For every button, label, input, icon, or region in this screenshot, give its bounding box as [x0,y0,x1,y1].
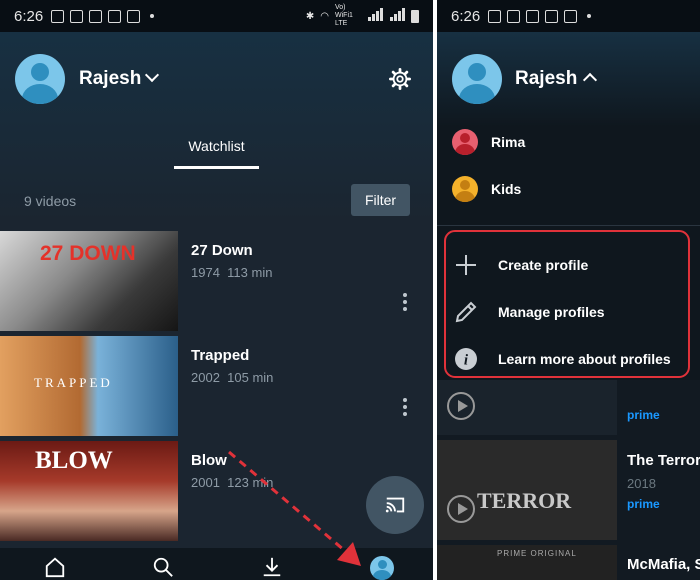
tab-underline [174,166,259,169]
profile-item-label: Rima [491,134,526,150]
manage-profiles-button[interactable]: Manage profiles [454,297,605,327]
cast-icon [385,497,405,513]
profile-item-label: Kids [491,181,522,197]
filter-button[interactable]: Filter [351,184,410,216]
create-profile-button[interactable]: Create profile [454,250,588,280]
bluetooth-icon: ✱ [305,10,315,22]
instagram-icon [545,9,559,23]
annotation-arrow [228,450,361,566]
profile-item-rima[interactable]: Rima [452,124,525,160]
notification-dot-icon [150,14,155,18]
avatar[interactable] [15,54,65,104]
bottom-nav [0,548,433,580]
document-icon [507,9,521,23]
video-count: 9 videos [24,193,77,209]
video-title: 27 Down [191,242,253,259]
poster-title: PRIME ORIGINAL [497,549,577,558]
slack-icon [127,9,141,23]
battery-icon [411,9,419,23]
slack-icon [526,9,540,23]
video-meta: 2002 105 min [191,370,273,385]
slack-icon [89,9,103,23]
play-icon [447,495,475,523]
network-label: Vo) WiFi1 LTE [335,4,353,27]
video-title: Blow [191,452,227,469]
poster-image: TRAPPED [0,336,178,436]
background-poster: PRIME ORIGINAL [437,545,617,580]
cast-button[interactable] [366,476,424,534]
video-year: 2001 [191,475,220,490]
video-year: 2002 [191,370,220,385]
status-time: 6:26 [14,7,44,25]
kids-avatar [452,176,478,202]
video-duration: 105 min [227,370,274,385]
learn-more-profiles-button[interactable]: i Learn more about profiles [454,344,671,374]
slack-icon [564,9,578,23]
profile-name[interactable]: Rajesh [515,68,577,90]
video-title: McMafia, S [627,556,700,573]
status-bar: 6:26 [437,0,700,32]
video-title: The Terror [627,452,700,469]
video-year: 1974 [191,265,220,280]
notification-dot-icon [587,14,592,18]
home-icon[interactable] [44,556,66,578]
poster-image: 27 DOWN [0,231,178,331]
menu-item-label: Learn more about profiles [498,351,671,367]
pencil-icon [455,301,477,323]
avatar [452,129,478,155]
document-icon [70,9,84,23]
poster-image: BLOW [0,441,178,541]
signal-icon [367,8,383,24]
poster-title: TERROR [477,488,572,513]
prime-badge: prime [627,408,660,422]
profile-item-kids[interactable]: Kids [452,171,521,207]
background-poster: TERROR [437,440,617,540]
menu-item-label: Manage profiles [498,304,605,320]
video-title: Trapped [191,347,250,364]
background-poster [437,380,617,435]
video-duration: 113 min [227,265,273,280]
poster-title: BLOW [35,447,113,474]
poster-title: 27 DOWN [40,242,136,265]
list-item[interactable]: 27 DOWN 27 Down 1974 113 min [0,231,433,331]
avatar[interactable] [452,54,502,104]
poster-title: TRAPPED [34,375,113,390]
gear-icon[interactable] [389,68,411,90]
menu-item-label: Create profile [498,257,589,273]
tab-watchlist[interactable]: Watchlist [174,138,259,154]
list-item[interactable]: BLOW Blow 2001 123 min [0,441,433,541]
info-icon: i [455,348,477,370]
list-item[interactable]: TRAPPED Trapped 2002 105 min [0,336,433,436]
search-icon[interactable] [152,556,174,578]
profile-name[interactable]: Rajesh [79,68,141,90]
profile-nav-icon[interactable] [370,556,394,580]
status-time: 6:26 [451,7,481,25]
video-meta: 1974 113 min [191,265,272,280]
divider [437,225,700,226]
profile-menu: Create profile Manage profiles i Learn m… [444,230,690,378]
plus-icon [456,255,476,275]
message-icon [488,9,502,23]
watchlist-screen: 6:26 ✱ ◠ Vo) WiFi1 LTE Rajesh Watchlist [0,0,433,580]
signal-icon [389,8,405,24]
play-icon [447,392,475,420]
message-icon [51,9,65,23]
prime-badge: prime [627,497,660,511]
background-list: prime TERROR The Terror 2018 prime PRIME… [437,380,700,580]
profile-switcher: 6:26 Rajesh Rima Kids prime TERROR The T… [437,0,700,580]
more-options-icon[interactable] [400,398,410,418]
instagram-icon [108,9,122,23]
status-bar: 6:26 ✱ ◠ Vo) WiFi1 LTE [0,0,433,32]
wifi-icon: ◠ [320,10,329,22]
video-year: 2018 [627,476,656,491]
more-options-icon[interactable] [400,293,410,313]
